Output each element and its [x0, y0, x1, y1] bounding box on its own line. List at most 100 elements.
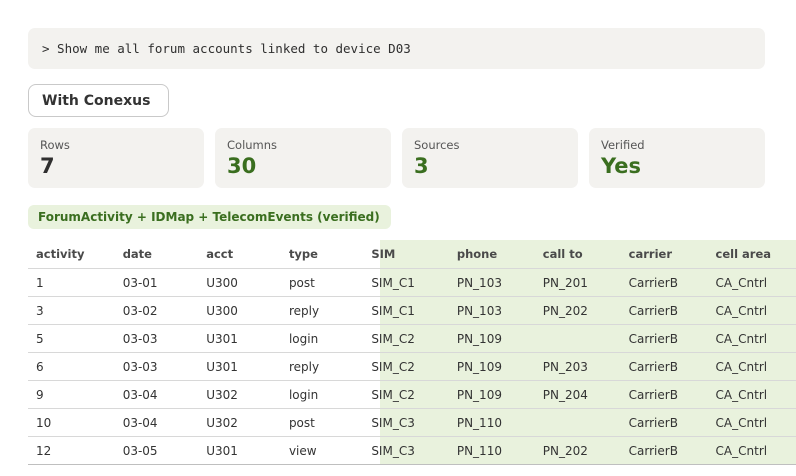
table-cell: 03-04 [114, 380, 199, 409]
table-cell: 03-02 [114, 296, 199, 325]
table-cell: CA_Cntrl [707, 268, 796, 297]
column-header[interactable]: carrier [620, 240, 708, 269]
stat-label: Rows [40, 138, 70, 152]
table-cell: PN_103 [448, 268, 535, 297]
table-row: 1 03-01 U300 post SIM_C1 PN_103 PN_201 CarrierB… [28, 268, 796, 297]
table-cell: PN_203 [534, 352, 621, 381]
stat-value: 7 [40, 154, 55, 178]
table-cell: U301 [198, 324, 281, 353]
table-cell: 6 [28, 352, 115, 381]
table-cell: reply [280, 352, 364, 381]
table-cell: PN_202 [534, 436, 621, 465]
table-cell: 1 [28, 268, 115, 297]
source-badge: ForumActivity + IDMap + TelecomEvents (v… [28, 205, 391, 229]
stat-rows: Rows 7 [28, 128, 204, 188]
table-cell: PN_110 [448, 408, 535, 437]
stat-label: Sources [414, 138, 460, 152]
table-cell: SIM_C1 [363, 296, 449, 325]
table-cell: 9 [28, 380, 115, 409]
table-cell: CA_Cntrl [707, 436, 796, 465]
table-cell: CA_Cntrl [707, 324, 796, 353]
mode-tag[interactable]: With Conexus [28, 84, 169, 117]
table-cell: U301 [198, 352, 281, 381]
stat-sources: Sources 3 [402, 128, 578, 188]
table-cell: U300 [198, 296, 281, 325]
table-cell: 10 [28, 408, 115, 437]
stat-value: Yes [601, 154, 642, 178]
table-cell: CA_Cntrl [707, 296, 796, 325]
table-cell: post [280, 268, 364, 297]
table-row: 12 03-05 U301 view SIM_C3 PN_110 PN_202 Carrier… [28, 436, 796, 465]
column-header[interactable]: cell area [707, 240, 796, 269]
column-header[interactable]: phone [448, 240, 535, 269]
table-cell: PN_201 [534, 268, 621, 297]
table-cell: 03-01 [114, 268, 199, 297]
column-header[interactable]: type [280, 240, 364, 269]
stat-columns: Columns 30 [215, 128, 391, 188]
table-cell: 3 [28, 296, 115, 325]
stat-value: 3 [414, 154, 429, 178]
table-cell: CarrierB [620, 436, 708, 465]
table-cell: post [280, 408, 364, 437]
stat-value: 30 [227, 154, 257, 178]
table-cell: CarrierB [620, 268, 708, 297]
query-text: > Show me all forum accounts linked to d… [42, 41, 411, 56]
table-cell: CarrierB [620, 324, 708, 353]
table-cell: CarrierB [620, 408, 708, 437]
table-body: 1 03-01 U300 post SIM_C1 PN_103 PN_201 CarrierB… [28, 268, 796, 465]
table-cell: 03-03 [114, 352, 199, 381]
table-row: 5 03-03 U301 login SIM_C2 PN_109 CarrierB CA_Cn… [28, 324, 796, 353]
table-cell: 5 [28, 324, 115, 353]
table-cell: 03-04 [114, 408, 199, 437]
table-cell: SIM_C2 [363, 352, 449, 381]
table-cell: U302 [198, 408, 281, 437]
table-cell: CA_Cntrl [707, 380, 796, 409]
table-cell [534, 324, 621, 353]
column-header[interactable]: date [114, 240, 199, 269]
query-box: > Show me all forum accounts linked to d… [28, 28, 765, 69]
table-cell: login [280, 380, 364, 409]
table-header-row: activity date acct type SIM phone call to carri… [28, 240, 796, 269]
table-row: 3 03-02 U300 reply SIM_C1 PN_103 PN_202 Carrier… [28, 296, 796, 325]
table-cell: PN_109 [448, 352, 535, 381]
table-cell: 12 [28, 436, 115, 465]
table-cell [534, 408, 621, 437]
table-cell: PN_103 [448, 296, 535, 325]
table-row: 10 03-04 U302 post SIM_C3 PN_110 CarrierB CA_Cn… [28, 408, 796, 437]
table-cell: CarrierB [620, 296, 708, 325]
table-cell: CarrierB [620, 352, 708, 381]
table-cell: SIM_C3 [363, 408, 449, 437]
table-cell: 03-05 [114, 436, 199, 465]
table-cell: PN_110 [448, 436, 535, 465]
table-cell: CA_Cntrl [707, 408, 796, 437]
table-cell: 03-03 [114, 324, 199, 353]
stat-label: Verified [601, 138, 645, 152]
table-cell: SIM_C3 [363, 436, 449, 465]
table-cell: U301 [198, 436, 281, 465]
table-cell: login [280, 324, 364, 353]
table-cell: CA_Cntrl [707, 352, 796, 381]
table-row: 9 03-04 U302 login SIM_C2 PN_109 PN_204 Carrier… [28, 380, 796, 409]
table-cell: SIM_C2 [363, 380, 449, 409]
table-cell: PN_204 [534, 380, 621, 409]
table-cell: SIM_C1 [363, 268, 449, 297]
table-cell: PN_202 [534, 296, 621, 325]
column-header[interactable]: acct [198, 240, 281, 269]
mode-label: With Conexus [42, 92, 151, 109]
table-cell: U302 [198, 380, 281, 409]
table-row: 6 03-03 U301 reply SIM_C2 PN_109 PN_203 Carrier… [28, 352, 796, 381]
stat-verified: Verified Yes [589, 128, 765, 188]
results-table: activity date acct type SIM phone call to carri… [28, 240, 796, 465]
table-cell: reply [280, 296, 364, 325]
source-badge-text: ForumActivity + IDMap + TelecomEvents (v… [38, 210, 380, 224]
table-cell: CarrierB [620, 380, 708, 409]
table-cell: SIM_C2 [363, 324, 449, 353]
column-header[interactable]: call to [534, 240, 621, 269]
column-header[interactable]: SIM [363, 240, 449, 269]
table-cell: view [280, 436, 364, 465]
table-cell: PN_109 [448, 324, 535, 353]
table-cell: PN_109 [448, 380, 535, 409]
stat-label: Columns [227, 138, 278, 152]
column-header[interactable]: activity [28, 240, 115, 269]
table-cell: U300 [198, 268, 281, 297]
